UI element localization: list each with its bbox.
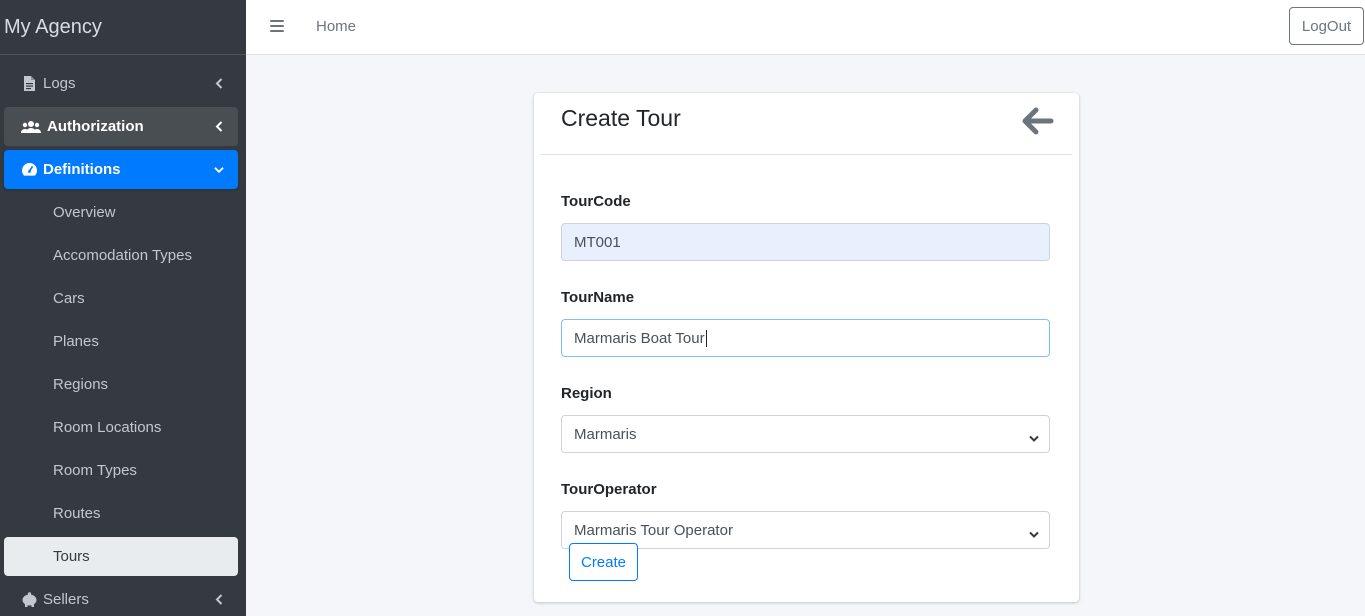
sidebar-item-sellers[interactable]: Sellers [4,580,238,616]
sidebar-subitem-accomodation-types[interactable]: Accomodation Types [4,236,238,275]
sidebar-subitem-label: Overview [53,204,116,221]
tour-operator-label: TourOperator [561,481,657,498]
page-title: Create Tour [561,105,681,131]
sidebar-subitem-label: Regions [53,376,109,393]
card-header: Create Tour [541,93,1072,155]
sidebar-item-label: Sellers [43,591,89,608]
sidebar-item-definitions[interactable]: Definitions [4,150,238,189]
chevron-left-icon [214,78,224,90]
chevron-down-icon [1029,526,1039,538]
file-icon [20,76,38,92]
brand-link[interactable]: My Agency [0,0,246,55]
sidebar-nav: Logs Authorization Definitions Overview [0,55,246,616]
create-tour-card: Create Tour TourCode MT001 TourName Marm… [534,93,1079,602]
sidebar-subitem-label: Tours [53,548,90,565]
sidebar-subitem-regions[interactable]: Regions [4,365,238,404]
users-icon [20,119,42,135]
sidebar-item-authorization[interactable]: Authorization [4,107,238,146]
sidebar-item-label: Authorization [47,118,144,135]
chevron-down-icon [1029,430,1039,442]
hamburger-icon[interactable] [270,20,284,32]
sidebar-item-logs[interactable]: Logs [4,64,238,103]
sidebar-subitem-label: Accomodation Types [53,247,192,264]
sidebar-subitem-planes[interactable]: Planes [4,322,238,361]
tour-name-label: TourName [561,289,635,306]
sidebar-subitem-room-types[interactable]: Room Types [4,451,238,490]
logout-button[interactable]: LogOut [1289,7,1364,45]
sidebar-subitem-label: Routes [53,505,101,522]
sidebar-subitem-cars[interactable]: Cars [4,279,238,318]
tour-name-input[interactable]: Marmaris Boat Tour [561,319,1050,357]
tour-code-input[interactable]: MT001 [561,223,1050,261]
piggy-bank-icon [20,592,38,608]
sidebar-subitem-tours[interactable]: Tours [4,537,238,576]
tour-operator-selected-value: Marmaris Tour Operator [574,521,733,539]
sidebar-subitem-overview[interactable]: Overview [4,193,238,232]
text-cursor [705,329,707,347]
sidebar-subitem-routes[interactable]: Routes [4,494,238,533]
arrow-left-icon[interactable] [1022,107,1054,135]
sidebar-subitem-room-locations[interactable]: Room Locations [4,408,238,447]
home-link[interactable]: Home [316,18,356,35]
sidebar-subitem-label: Room Types [53,462,137,479]
sidebar-subitem-label: Planes [53,333,99,350]
chevron-left-icon [214,121,224,133]
chevron-down-icon [214,164,224,176]
sidebar-item-label: Logs [43,75,76,92]
tour-code-label: TourCode [561,193,631,210]
top-navbar: Home LogOut [246,0,1365,55]
dashboard-icon [20,162,38,178]
tour-name-value: Marmaris Boat Tour [574,329,705,347]
create-button[interactable]: Create [569,543,638,581]
region-select[interactable]: Marmaris [561,415,1050,453]
chevron-left-icon [214,594,224,606]
region-label: Region [561,385,612,402]
sidebar-subitem-label: Cars [53,290,85,307]
brand-title: My Agency [4,15,102,38]
tour-code-value: MT001 [574,233,621,251]
sidebar: My Agency Logs Authorization Definitions… [0,0,246,616]
region-selected-value: Marmaris [574,425,637,443]
sidebar-subitem-label: Room Locations [53,419,162,436]
sidebar-item-label: Definitions [43,161,121,178]
create-tour-form: TourCode MT001 TourName Marmaris Boat To… [561,193,1050,581]
